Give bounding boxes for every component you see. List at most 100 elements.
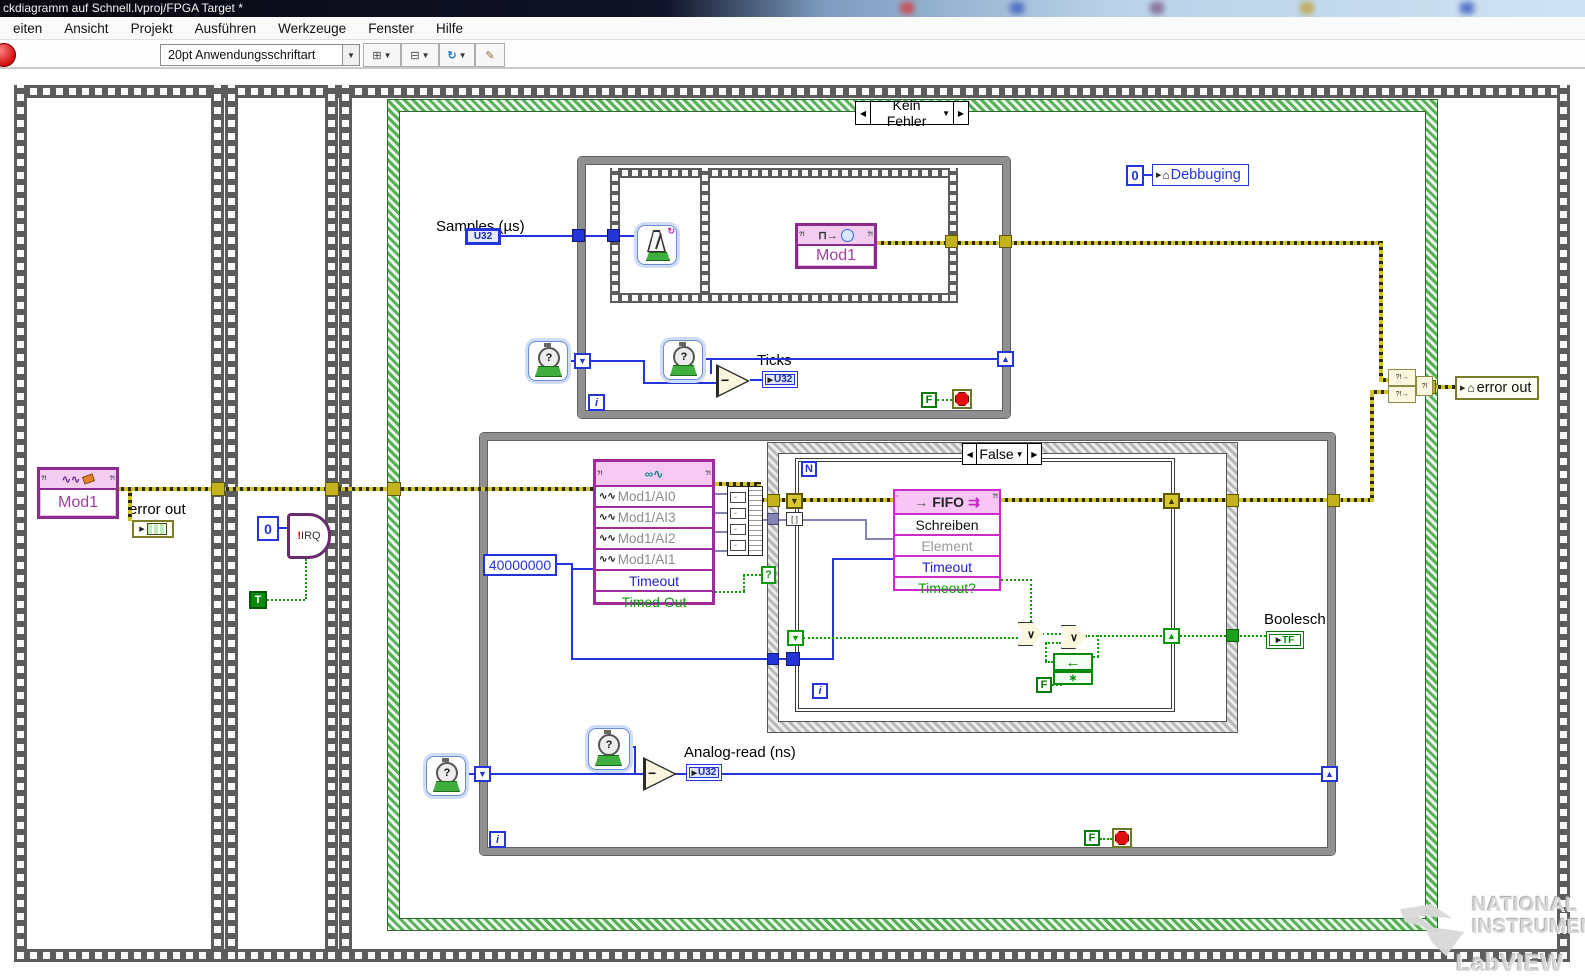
feedback-initializer[interactable]: ∗ [1053,671,1093,685]
false-constant[interactable]: F [921,392,937,408]
inner-sequence-frame-divider[interactable] [700,168,710,303]
flat-sequence-border-top[interactable] [14,85,1570,98]
boolean-shift-register-left[interactable]: ▼ [787,630,804,646]
fifo-element-row[interactable]: Element [895,534,999,555]
font-selector[interactable]: 20pt Anwendungsschriftart ▼ [160,44,360,66]
error-shift-register-right[interactable]: ▲ [1163,493,1180,509]
u32-wire[interactable] [701,358,998,360]
tick-count-vi[interactable]: ? [426,756,466,796]
irq-number-constant[interactable]: 0 [257,516,279,541]
menu-werkzeuge[interactable]: Werkzeuge [267,18,357,39]
align-objects-button[interactable]: ⊞ ▼ [363,43,401,67]
tick-count-vi[interactable]: ? [528,341,568,381]
cleanup-diagram-button[interactable]: ✎ [475,43,505,67]
boolean-wire[interactable] [803,637,1018,639]
reorder-button[interactable]: ↻ ▼ [439,43,475,67]
boolean-shift-register-right[interactable]: ▲ [1163,628,1180,644]
case-selector-label-main[interactable]: ◀ Kein Fehler ▼ ▶ [855,97,969,129]
error-out-left-label[interactable]: error out [129,502,186,517]
false-constant[interactable]: F [1036,677,1052,693]
tunnel[interactable] [572,229,585,242]
case-selector-label-inner[interactable]: ◀ False ▼ ▶ [962,443,1042,465]
debug-number-constant[interactable]: 0 [1126,165,1144,186]
mod1-clear-node[interactable]: ?! ∿∿ ?! Mod1 [37,467,119,519]
irq-node[interactable]: ! IRQ [287,513,331,559]
next-case-icon[interactable]: ▶ [953,102,968,124]
ticks-label[interactable]: Ticks [757,353,791,368]
tunnel[interactable] [607,229,620,242]
subtract-node[interactable]: − [716,364,750,398]
array-tunnel[interactable] [767,513,779,525]
fifo-method-row[interactable]: Schreiben [895,513,999,534]
fifo-timeout-q-row[interactable]: Timeout? [895,576,999,597]
tunnel[interactable] [786,652,800,666]
boolean-wire[interactable] [1180,635,1266,637]
error-tunnel[interactable] [1226,494,1239,507]
error-tunnel[interactable] [211,482,225,496]
ticks-indicator[interactable]: ▶ U32 [762,371,798,388]
error-out-indicator[interactable]: ▶ ⌂ error out [1455,376,1539,400]
ai-channel-row[interactable]: ∿∿ Mod1/AI2 [596,527,712,548]
menu-bearbeiten[interactable]: eiten [2,18,53,39]
iteration-terminal[interactable]: i [489,831,506,848]
timeout-constant[interactable]: 40000000 [483,554,557,576]
flat-sequence-frame-divider[interactable] [339,85,352,962]
flat-sequence-frame-divider[interactable] [225,85,238,962]
ai-channel-row[interactable]: ∿∿ Mod1/AI3 [596,506,712,527]
chevron-down-icon[interactable]: ▼ [1016,450,1024,459]
next-case-icon[interactable]: ▶ [1026,444,1041,464]
menu-ansicht[interactable]: Ansicht [53,18,119,39]
boolean-wire[interactable] [715,591,745,593]
chevron-down-icon[interactable]: ▼ [942,109,950,118]
ai-timed-out-row[interactable]: Timed Out [596,590,712,611]
shift-register-right[interactable]: ▲ [997,351,1014,367]
ai-channel-row[interactable]: ∿∿ Mod1/AI0 [596,485,712,506]
inner-sequence-border-top[interactable] [610,168,958,178]
ai-channel-row[interactable]: ∿∿ Mod1/AI1 [596,548,712,569]
tick-count-vi[interactable]: ? [588,728,630,770]
tick-count-vi[interactable]: ? [663,340,703,380]
false-constant[interactable]: F [1084,830,1100,846]
previous-case-icon[interactable]: ◀ [963,444,978,464]
error-tunnel[interactable] [945,235,958,248]
flat-sequence-border-left[interactable] [14,85,27,962]
error-tunnel[interactable] [1327,494,1340,507]
boolesch-label[interactable]: Boolesch [1264,612,1326,627]
chevron-down-icon[interactable]: ▼ [342,45,359,65]
error-wire[interactable] [1370,390,1388,394]
merge-errors-node[interactable]: ?!→ ?!→ ?! [1388,369,1433,403]
analog-read-indicator[interactable]: ▶ U32 [686,764,722,781]
analog-read-label[interactable]: Analog-read (ns) [684,745,796,760]
tunnel[interactable] [767,653,779,665]
menu-projekt[interactable]: Projekt [120,18,184,39]
menu-hilfe[interactable]: Hilfe [425,18,474,39]
iteration-terminal[interactable]: i [812,683,828,699]
error-wire[interactable] [1343,498,1372,502]
error-tunnel[interactable] [767,494,780,507]
loop-timer-vi[interactable]: ↻ [637,225,677,265]
error-tunnel[interactable] [325,482,339,496]
error-tunnel[interactable] [387,482,401,496]
menu-ausfuehren[interactable]: Ausführen [184,18,268,39]
flat-sequence-border-right[interactable] [1557,85,1570,962]
error-wire[interactable] [128,491,132,521]
error-wire[interactable] [1379,241,1383,380]
feedback-node[interactable]: ← [1053,653,1093,671]
shift-register-left[interactable]: ▼ [474,766,491,782]
iteration-terminal[interactable]: i [588,394,605,411]
true-constant[interactable]: T [249,591,267,609]
error-out-left-terminal[interactable]: ▶ [132,520,174,538]
distribute-objects-button[interactable]: ⊟ ▼ [401,43,439,67]
mod1-method-node[interactable]: ?! ⊓→ ?! Mod1 [795,223,877,269]
loop-condition-terminal[interactable] [1112,828,1132,848]
flat-sequence-frame-divider[interactable] [211,85,224,962]
index-tunnel[interactable]: [ ] [786,512,803,526]
subtract-node[interactable]: − [643,757,677,791]
boolean-tunnel[interactable] [1226,629,1239,642]
loop-count-terminal[interactable]: N [801,461,817,477]
fifo-timeout-row[interactable]: Timeout [895,555,999,576]
boolean-wire[interactable] [305,559,307,599]
boolesch-indicator[interactable]: ▶ TF [1266,631,1304,649]
analog-input-node[interactable]: ?! ∞∿ ?! ∿∿ Mod1/AI0 ∿∿ Mod1/AI3 ∿∿ Mod1/AI… [593,459,715,610]
build-array-node[interactable]: → → → → [727,486,763,556]
